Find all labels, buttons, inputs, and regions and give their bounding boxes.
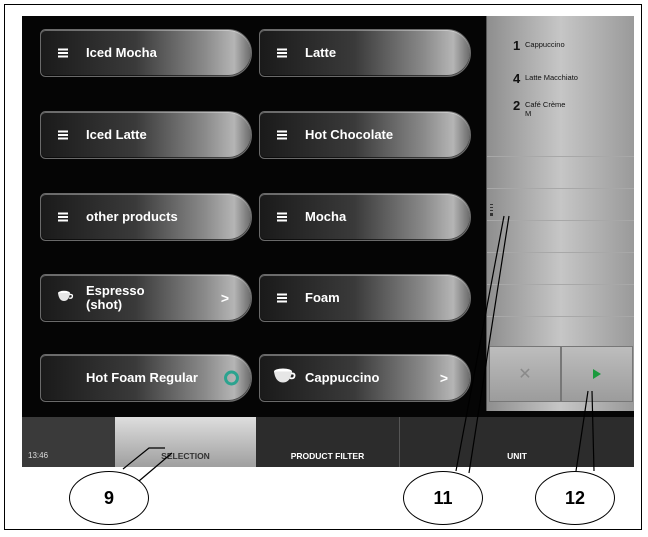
close-icon: ✕ <box>518 366 532 383</box>
tab-unit[interactable]: UNIT <box>400 417 634 467</box>
order-name: Cappuccino <box>525 40 565 49</box>
play-icon <box>593 369 601 379</box>
product-label: Iced Latte <box>86 127 147 142</box>
tab-selection[interactable]: SELECTION <box>115 417 256 467</box>
divider <box>487 188 634 189</box>
divider <box>487 156 634 157</box>
order-list-panel[interactable]: 1 Cappuccino 4 Latte Macchiato 2 Café Cr… <box>486 16 634 411</box>
product-other-products[interactable]: other products <box>40 193 252 241</box>
callout-label: 12 <box>564 487 586 508</box>
list-icon <box>58 48 68 58</box>
order-name: Café Crème M <box>525 100 566 118</box>
chevron-right-icon: > <box>220 290 229 306</box>
product-label: Latte <box>305 45 337 60</box>
drag-handle-icon[interactable] <box>490 204 493 216</box>
product-latte[interactable]: Latte <box>259 29 471 77</box>
product-espresso-shot[interactable]: Espresso (shot) > <box>40 274 252 322</box>
order-qty: 4 <box>513 71 521 86</box>
product-cappuccino[interactable]: Cappuccino > <box>259 354 471 402</box>
cup-icon <box>274 368 296 389</box>
product-iced-latte[interactable]: Iced Latte <box>40 111 252 159</box>
product-label: Foam <box>305 290 340 305</box>
start-button[interactable] <box>561 346 633 402</box>
callout-9: 9 <box>69 471 149 525</box>
divider <box>487 316 634 317</box>
machine-screen: Iced Mocha Latte Iced Latte Hot Chocolat… <box>22 16 634 467</box>
bottom-bar: 13:46 SELECTION PRODUCT FILTER UNIT <box>22 417 634 467</box>
product-iced-mocha[interactable]: Iced Mocha <box>40 29 252 77</box>
product-label: Hot Foam Regular <box>86 370 198 385</box>
order-qty: 1 <box>513 38 521 53</box>
list-icon <box>277 48 287 58</box>
ring-icon <box>224 370 239 386</box>
callout-label: 9 <box>103 487 114 508</box>
callout-12: 12 <box>535 471 615 525</box>
figure-frame: Iced Mocha Latte Iced Latte Hot Chocolat… <box>4 4 642 530</box>
product-foam[interactable]: Foam <box>259 274 471 322</box>
tab-label: PRODUCT FILTER <box>290 451 365 461</box>
order-name: Latte Macchiato <box>525 73 578 82</box>
product-label: Mocha <box>305 209 347 224</box>
divider <box>487 220 634 221</box>
product-label: Iced Mocha <box>86 45 157 60</box>
list-icon <box>277 130 287 140</box>
cancel-button[interactable]: ✕ <box>489 346 561 402</box>
product-label: Hot Chocolate <box>305 127 394 142</box>
callout-11: 11 <box>403 471 483 525</box>
product-label: other products <box>86 209 178 224</box>
tab-product-filter[interactable]: PRODUCT FILTER <box>256 417 400 467</box>
divider <box>487 252 634 253</box>
clock: 13:46 <box>28 451 49 460</box>
product-label: Espresso (shot) <box>86 283 145 312</box>
product-hot-foam-regular[interactable]: Hot Foam Regular <box>40 354 252 402</box>
list-icon <box>277 212 287 222</box>
list-icon <box>58 212 68 222</box>
tab-label: SELECTION <box>161 451 210 461</box>
cup-icon <box>58 289 74 307</box>
list-icon <box>58 130 68 140</box>
list-icon <box>277 293 287 303</box>
chevron-right-icon: > <box>439 370 448 386</box>
tab-label: UNIT <box>507 451 527 461</box>
product-mocha[interactable]: Mocha <box>259 193 471 241</box>
product-label: Cappuccino <box>305 370 380 385</box>
divider <box>487 284 634 285</box>
callout-label: 11 <box>433 487 453 508</box>
order-qty: 2 <box>513 98 521 113</box>
product-hot-chocolate[interactable]: Hot Chocolate <box>259 111 471 159</box>
